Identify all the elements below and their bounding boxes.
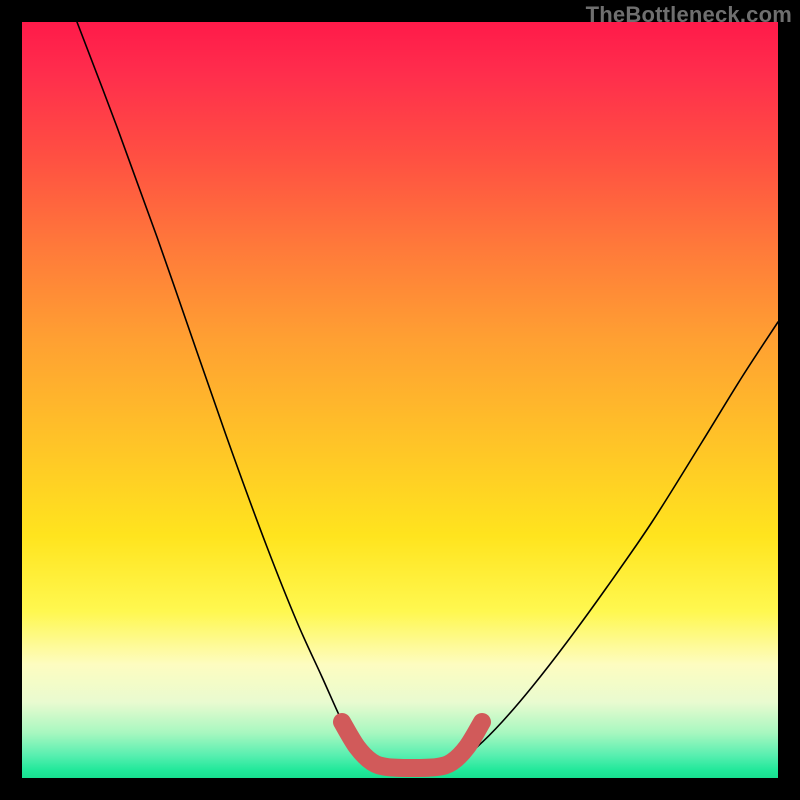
bottleneck-curve-right	[442, 322, 778, 768]
plot-area	[22, 22, 778, 778]
curve-layer	[22, 22, 778, 778]
optimal-zone	[342, 722, 482, 768]
watermark-text: TheBottleneck.com	[586, 2, 792, 28]
chart-frame: TheBottleneck.com	[0, 0, 800, 800]
bottleneck-curve-left	[77, 22, 382, 768]
